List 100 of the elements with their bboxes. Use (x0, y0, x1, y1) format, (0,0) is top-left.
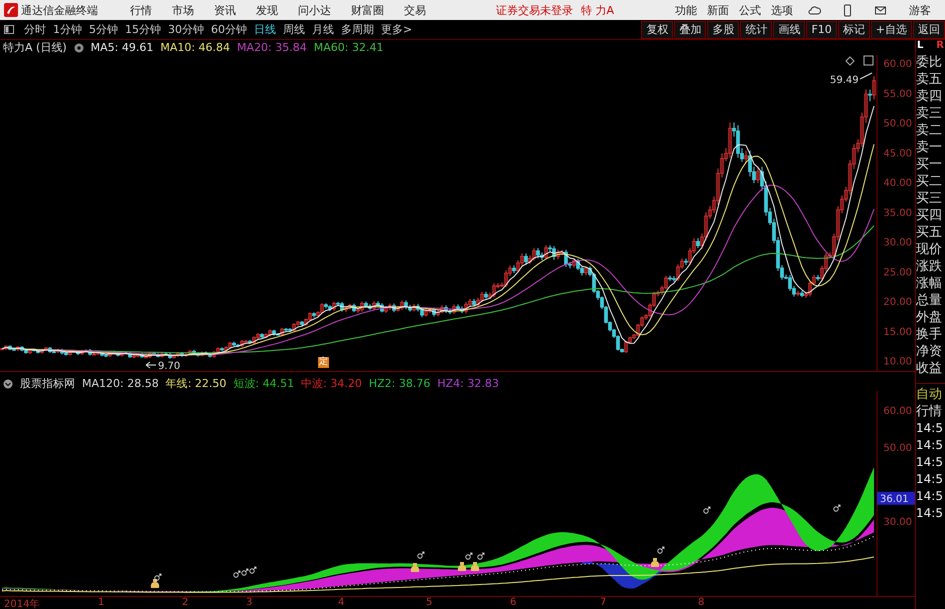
indicator-legend-value: HZ2: 38.76 (368, 377, 430, 390)
date-label: 7 (600, 597, 606, 608)
tick-time: 14:5 (916, 454, 944, 471)
side-tab[interactable]: 自动 (916, 386, 942, 403)
indicator-axis-label: 50.00 (883, 443, 912, 454)
quote-label: 买四 (916, 207, 943, 224)
low-price-annotation: 9.70 (158, 361, 180, 371)
price-axis-label: 20.00 (883, 297, 912, 308)
quote-label: 买一 (916, 156, 943, 173)
date-label: 2 (182, 597, 188, 608)
tick-time: 14:5 (916, 437, 944, 454)
date-label: 1 (98, 597, 104, 608)
menu-item[interactable]: 功能 (670, 2, 702, 18)
current-value-tag: 36.01 (877, 492, 915, 505)
period-tab[interactable]: 多周期 (338, 22, 377, 37)
indicator-axis-label: 60.00 (883, 406, 912, 417)
period-tab[interactable]: 15分钟 (122, 22, 164, 37)
date-label: 6 (510, 597, 516, 608)
menu-item[interactable]: 行情 (120, 2, 162, 18)
high-price-annotation: 59.49 (830, 75, 859, 86)
menu-item[interactable]: 发现 (246, 2, 288, 18)
price-axis-label: 30.00 (883, 238, 912, 248)
quote-label: 卖五 (916, 71, 943, 88)
date-label: 5 (426, 597, 432, 608)
chart-title: 特力A (日线) (3, 40, 67, 55)
tick-time: 14:5 (916, 471, 944, 488)
date-label: 3 (246, 597, 252, 608)
price-axis-label: 55.00 (883, 88, 912, 100)
quote-label: 涨跌 (916, 258, 943, 275)
menu-item[interactable]: 资讯 (204, 2, 246, 18)
right-toggle[interactable]: R (936, 40, 944, 54)
menu-item[interactable]: 公式 (734, 2, 766, 18)
period-tab[interactable]: 周线 (280, 22, 308, 37)
login-status[interactable]: 证券交易未登录 (496, 2, 573, 18)
menu-item[interactable]: 市场 (162, 2, 204, 18)
guest-user[interactable]: 游客 (909, 2, 931, 18)
period-tab[interactable]: 月线 (309, 22, 337, 37)
date-label: 4 (338, 597, 344, 608)
chart-action-button[interactable]: 多股 (707, 20, 740, 38)
date-label: 2014年 (4, 598, 40, 609)
period-tab[interactable]: 日线 (251, 22, 279, 37)
app-title: 通达信金融终端 (21, 2, 98, 18)
period-tab[interactable]: 60分钟 (208, 22, 250, 37)
price-axis-label: 45.00 (883, 148, 912, 160)
quote-label: 卖四 (916, 88, 943, 105)
indicator-legend-value: HZ4: 32.83 (437, 377, 499, 390)
indicator-legend-value: 年线: 22.50 (166, 376, 226, 391)
chart-action-button[interactable]: 叠加 (674, 20, 706, 38)
ma-legend-value: MA20: 35.84 (237, 41, 307, 54)
quote-label: 收益 (916, 360, 943, 377)
price-axis-label: 35.00 (883, 208, 912, 219)
period-tab[interactable]: 更多> (378, 22, 416, 37)
menu-item[interactable]: 交易 (394, 2, 436, 18)
period-tab[interactable]: 分时 (21, 22, 49, 37)
period-tab[interactable]: 5分钟 (86, 22, 121, 37)
chart-action-button[interactable]: 统计 (740, 20, 772, 38)
menu-item[interactable]: 新面 (702, 2, 734, 18)
chart-action-button[interactable]: F10 (806, 20, 837, 38)
quote-label: 换手 (916, 326, 943, 343)
period-tab[interactable]: 1分钟 (50, 22, 85, 37)
indicator-axis-label: 30.00 (883, 517, 912, 528)
chart-action-button[interactable]: 返回 (913, 20, 945, 38)
quote-label: 买五 (916, 224, 943, 241)
indicator-legend-value: 中波: 34.20 (301, 376, 362, 391)
indicator-legend-value: 短波: 44.51 (233, 376, 294, 391)
quote-label: 总量 (916, 292, 943, 309)
quote-label: 涨幅 (916, 275, 943, 292)
menu-item[interactable]: 财富圈 (341, 2, 394, 18)
menu-item[interactable]: 问小达 (288, 2, 341, 18)
ma-legend-value: MA5: 49.61 (90, 41, 154, 54)
period-tab[interactable]: 30分钟 (165, 22, 207, 37)
price-axis-label: 10.00 (883, 356, 912, 368)
indicator-legend-value: MA120: 28.58 (82, 377, 159, 390)
indicator-title: 股票指标网 (20, 376, 75, 391)
quote-label: 委比 (916, 54, 943, 71)
ma-legend-value: MA60: 32.41 (314, 41, 384, 54)
quote-label: 外盘 (916, 309, 943, 326)
tick-time: 14:5 (916, 505, 944, 522)
price-axis-label: 25.00 (883, 267, 912, 278)
ma-legend-value: MA10: 46.84 (160, 41, 230, 54)
chart-action-button[interactable]: 标记 (838, 20, 870, 38)
menu-item[interactable]: 选项 (766, 2, 798, 18)
left-toggle[interactable]: L (917, 40, 924, 54)
quote-label: 卖三 (916, 105, 943, 122)
price-axis-label: 60.00 (883, 59, 912, 70)
chart-action-button[interactable]: +自选 (870, 20, 912, 38)
stock-name: 特 力A (581, 2, 614, 18)
price-axis-label: 15.00 (883, 326, 912, 338)
date-label: 8 (698, 597, 704, 608)
price-axis-label: 40.00 (883, 178, 912, 189)
tick-time: 14:5 (916, 488, 944, 505)
tick-time: 14:5 (916, 420, 944, 437)
quote-label: 买二 (916, 173, 943, 190)
quote-label: 卖一 (916, 139, 943, 156)
quote-label: 卖二 (916, 122, 943, 139)
price-axis-label: 50.00 (883, 118, 912, 130)
chart-action-button[interactable]: 画线 (773, 20, 806, 38)
side-tab[interactable]: 行情 (916, 403, 942, 420)
chart-action-button[interactable]: 复权 (641, 20, 674, 38)
quote-label: 买三 (916, 190, 943, 207)
